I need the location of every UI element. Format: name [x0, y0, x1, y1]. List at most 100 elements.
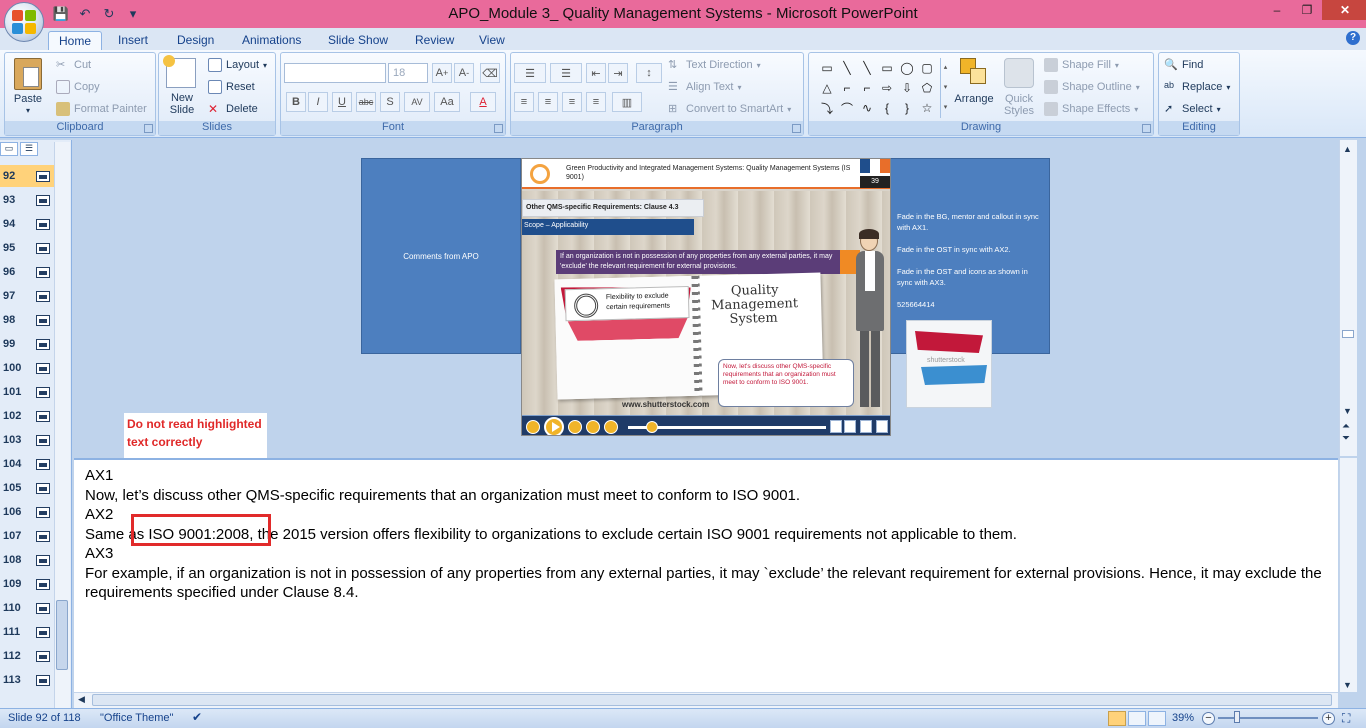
numbering-icon[interactable]: ☰ [550, 63, 582, 83]
font-color-button[interactable]: A [470, 92, 496, 112]
curve-shape-icon[interactable]: ⤵ [818, 98, 836, 118]
find-button[interactable]: 🔍 Find [1164, 58, 1203, 72]
pentagon-shape-icon[interactable]: ⬠ [918, 78, 936, 98]
horizontal-scroll-thumb[interactable] [92, 694, 1332, 706]
select-button[interactable]: ➚ Select ▾ [1164, 102, 1221, 116]
slide-canvas[interactable]: Green Productivity and Integrated Manage… [521, 158, 891, 436]
arrange-button[interactable]: Arrange [952, 93, 996, 105]
align-right-icon[interactable]: ≡ [562, 92, 582, 112]
brace-left-shape-icon[interactable]: { [878, 98, 896, 118]
paste-icon[interactable] [14, 58, 42, 90]
zoom-in-icon[interactable]: + [1322, 712, 1335, 725]
exit-icon[interactable] [876, 420, 888, 433]
shape-fill-button[interactable]: Shape Fill ▾ [1044, 58, 1119, 72]
align-center-icon[interactable]: ≡ [538, 92, 558, 112]
slide-thumbnail-row[interactable]: 96 [0, 261, 54, 283]
bullets-icon[interactable]: ☰ [514, 63, 546, 83]
align-text-button[interactable]: ☰ Align Text ▾ [668, 80, 742, 94]
slide-thumbnail-row[interactable]: 113 [0, 669, 54, 691]
slide-thumbnail-row[interactable]: 107 [0, 525, 54, 547]
grow-font-button[interactable]: A + [432, 63, 452, 83]
paste-button[interactable]: Paste [10, 93, 46, 105]
shrink-font-button[interactable]: A- [454, 63, 474, 83]
fit-to-window-icon[interactable]: ⛶ [1342, 711, 1350, 726]
increase-indent-icon[interactable]: ⇥ [608, 63, 628, 83]
font-size-combo[interactable]: 18 [388, 63, 428, 83]
slide-thumbnail-row[interactable]: 92 [0, 165, 54, 187]
close-button[interactable]: ✕ [1322, 0, 1366, 20]
slide-thumbnail-row[interactable]: 103 [0, 429, 54, 451]
quick-styles-button[interactable]: Quick Styles [998, 93, 1040, 117]
new-slide-icon[interactable] [163, 55, 196, 88]
slide-scroll-thumb[interactable] [1342, 330, 1354, 338]
shadow-button[interactable]: S [380, 92, 400, 112]
oval-shape-icon[interactable]: ◯ [898, 58, 916, 78]
convert-smartart-button[interactable]: ⊞ Convert to SmartArt ▾ [668, 102, 791, 116]
bold-button[interactable]: B [286, 92, 306, 112]
tab-animations[interactable]: Animations [232, 31, 311, 50]
arc-shape-icon[interactable]: ⌒ [838, 98, 856, 118]
line-shape-icon[interactable]: ╲ [858, 58, 876, 78]
slide-thumbnail-row[interactable]: 102 [0, 405, 54, 427]
shape-effects-button[interactable]: Shape Effects ▾ [1044, 102, 1138, 116]
speaker-notes-text[interactable]: AX1 Now, let’s discuss other QMS-specifi… [85, 466, 1333, 603]
slide-thumbnail-row[interactable]: 111 [0, 621, 54, 643]
copy-button[interactable]: Copy [56, 80, 100, 94]
help-icon[interactable]: ? [1346, 31, 1360, 45]
skip-back-icon[interactable] [568, 420, 582, 434]
slide-thumbnail-row[interactable]: 97 [0, 285, 54, 307]
rectangle-shape-icon[interactable]: ▭ [878, 58, 896, 78]
columns-icon[interactable]: ▥ [612, 92, 642, 112]
spell-check-icon[interactable]: ✔ [192, 710, 202, 724]
paragraph-launcher-icon[interactable] [792, 124, 801, 133]
slides-pane-scroll-thumb[interactable] [56, 600, 68, 670]
slide-thumbnail-row[interactable]: 108 [0, 549, 54, 571]
menu-icon[interactable] [844, 420, 856, 433]
rounded-rect-shape-icon[interactable]: ▢ [918, 58, 936, 78]
tab-design[interactable]: Design [167, 31, 224, 50]
office-button[interactable] [4, 2, 44, 42]
italic-button[interactable]: I [308, 92, 328, 112]
slide-thumbnail-row[interactable]: 98 [0, 309, 54, 331]
normal-view-icon[interactable] [1108, 711, 1126, 726]
progress-knob[interactable] [646, 421, 658, 433]
replay-icon[interactable] [526, 420, 540, 434]
tab-view[interactable]: View [469, 31, 515, 50]
connector-shape-icon[interactable]: ⌐ [858, 78, 876, 98]
brace-right-shape-icon[interactable]: } [898, 98, 916, 118]
slide-thumbnail-row[interactable]: 93 [0, 189, 54, 211]
wave-shape-icon[interactable]: ∿ [858, 98, 876, 118]
previous-slide-icon[interactable]: ⏶ [1342, 422, 1350, 432]
volume-icon[interactable] [830, 420, 842, 433]
star-shape-icon[interactable]: ☆ [918, 98, 936, 118]
format-painter-button[interactable]: Format Painter [56, 102, 147, 116]
outline-tab-icon[interactable]: ☰ [20, 142, 38, 156]
text-direction-button[interactable]: ⇅ Text Direction ▾ [668, 58, 761, 72]
decrease-indent-icon[interactable]: ⇤ [586, 63, 606, 83]
slide-thumbnail-row[interactable]: 104 [0, 453, 54, 475]
slide-thumbnail-row[interactable]: 94 [0, 213, 54, 235]
line-shape-icon[interactable]: ╲ [838, 58, 856, 78]
font-launcher-icon[interactable] [494, 124, 503, 133]
replace-button[interactable]: ab Replace ▾ [1164, 80, 1230, 94]
zoom-slider[interactable] [1218, 717, 1318, 719]
drawing-launcher-icon[interactable] [1142, 124, 1151, 133]
fast-forward-icon[interactable] [604, 420, 618, 434]
slide-thumbnail-row[interactable]: 112 [0, 645, 54, 667]
align-left-icon[interactable]: ≡ [514, 92, 534, 112]
triangle-shape-icon[interactable]: △ [818, 78, 836, 98]
clear-formatting-button[interactable]: ⌫ [480, 63, 500, 83]
character-spacing-button[interactable]: AV [404, 92, 430, 112]
line-spacing-icon[interactable]: ↕ [636, 63, 662, 83]
slide-thumbnail-row[interactable]: 105 [0, 477, 54, 499]
slide-thumbnail-row[interactable]: 109 [0, 573, 54, 595]
clipboard-launcher-icon[interactable] [144, 124, 153, 133]
settings-icon[interactable] [860, 420, 872, 433]
textbox-shape-icon[interactable]: ▭ [818, 58, 836, 78]
slide-sorter-icon[interactable] [1128, 711, 1146, 726]
slide-thumbnail-row[interactable]: 100 [0, 357, 54, 379]
slide-thumbnail-row[interactable]: 99 [0, 333, 54, 355]
zoom-out-icon[interactable]: − [1202, 712, 1215, 725]
scroll-up-icon[interactable]: ▲ [1343, 144, 1352, 154]
shape-outline-button[interactable]: Shape Outline ▾ [1044, 80, 1140, 94]
